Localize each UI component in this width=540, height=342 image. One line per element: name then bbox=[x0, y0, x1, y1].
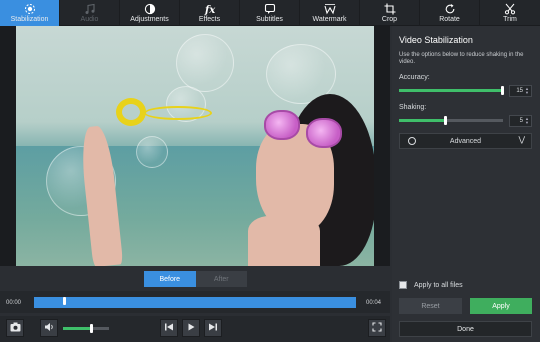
snapshot-button[interactable] bbox=[6, 319, 24, 337]
tab-rotate[interactable]: Rotate bbox=[420, 0, 480, 26]
spin-arrows-icon[interactable]: ▲ ▼ bbox=[525, 117, 529, 125]
volume-slider[interactable] bbox=[63, 324, 109, 333]
accuracy-handle[interactable] bbox=[501, 86, 504, 95]
shaking-handle[interactable] bbox=[444, 116, 447, 125]
tab-watermark[interactable]: Watermark bbox=[300, 0, 360, 26]
tab-trim[interactable]: Trim bbox=[480, 0, 540, 26]
current-time: 00:00 bbox=[6, 300, 22, 306]
svg-text:fx: fx bbox=[204, 5, 216, 15]
bubble-wand-film bbox=[144, 106, 212, 120]
bubble-shape bbox=[176, 34, 234, 92]
rotate-icon bbox=[444, 3, 456, 15]
advanced-toggle[interactable]: Advanced ⋁ bbox=[399, 133, 532, 149]
tab-label: Trim bbox=[503, 15, 517, 23]
accuracy-slider[interactable] bbox=[399, 86, 504, 95]
accuracy-fill bbox=[399, 89, 503, 92]
accuracy-value-input[interactable]: 15 ▲ ▼ bbox=[509, 85, 532, 97]
tab-label: Rotate bbox=[439, 15, 460, 23]
reset-button[interactable]: Reset bbox=[399, 298, 462, 314]
sunglasses-lens-right bbox=[306, 118, 342, 148]
previous-frame-button[interactable] bbox=[160, 319, 178, 337]
double-chevron-down-icon: ⋁ bbox=[518, 135, 525, 144]
adjustments-icon bbox=[144, 3, 156, 15]
crop-icon bbox=[384, 3, 396, 15]
tab-label: Subtitles bbox=[256, 15, 283, 23]
speech-bubble-icon bbox=[264, 3, 276, 15]
next-frame-button[interactable] bbox=[204, 319, 222, 337]
done-button[interactable]: Done bbox=[399, 321, 532, 337]
watermark-icon bbox=[323, 3, 336, 15]
stabilization-panel: Video Stabilization Use the options belo… bbox=[392, 26, 540, 342]
shaking-value: 5 bbox=[519, 118, 523, 124]
panel-title: Video Stabilization bbox=[399, 35, 473, 45]
playhead-handle[interactable] bbox=[63, 297, 66, 305]
video-subject-neck bbox=[248, 216, 320, 266]
stabilization-icon bbox=[24, 3, 36, 15]
before-button[interactable]: Before bbox=[144, 271, 196, 287]
tab-effects[interactable]: fx Effects bbox=[180, 0, 240, 26]
tab-label: Effects bbox=[198, 15, 221, 23]
apply-button[interactable]: Apply bbox=[470, 298, 532, 314]
tab-label: Audio bbox=[80, 15, 99, 23]
play-icon bbox=[186, 319, 196, 337]
shaking-value-input[interactable]: 5 ▲ ▼ bbox=[509, 115, 532, 127]
fullscreen-icon bbox=[372, 319, 382, 337]
spin-arrows-icon[interactable]: ▲ ▼ bbox=[525, 87, 529, 95]
video-frame[interactable] bbox=[16, 26, 374, 266]
before-after-toggle: Before After bbox=[144, 271, 247, 287]
tab-crop[interactable]: Crop bbox=[360, 0, 420, 26]
skip-forward-icon bbox=[208, 319, 218, 337]
apply-to-all-label: Apply to all files bbox=[414, 281, 463, 289]
tab-label: Watermark bbox=[312, 15, 347, 23]
accuracy-label: Accuracy: bbox=[399, 74, 430, 81]
after-button[interactable]: After bbox=[195, 271, 247, 287]
timeline-bar: 00:00 00:04 bbox=[0, 291, 390, 313]
shaking-slider[interactable] bbox=[399, 116, 503, 125]
tab-stabilization[interactable]: Stabilization bbox=[0, 0, 60, 26]
panel-description: Use the options below to reduce shaking … bbox=[399, 52, 524, 65]
sunglasses-lens-left bbox=[264, 110, 300, 140]
music-note-icon bbox=[84, 3, 96, 15]
tab-label: Adjustments bbox=[130, 15, 169, 23]
tab-subtitles[interactable]: Subtitles bbox=[240, 0, 300, 26]
tab-label: Crop bbox=[381, 15, 398, 23]
tab-adjustments[interactable]: Adjustments bbox=[120, 0, 180, 26]
scissors-icon bbox=[504, 3, 516, 15]
bubble-shape bbox=[136, 136, 168, 168]
playback-controls bbox=[0, 316, 390, 342]
shaking-label: Shaking: bbox=[399, 104, 427, 111]
apply-to-all-row[interactable]: Apply to all files bbox=[399, 281, 463, 289]
tab-label: Stabilization bbox=[10, 15, 49, 23]
accuracy-value: 15 bbox=[516, 88, 523, 94]
camera-icon bbox=[10, 319, 21, 337]
volume-handle[interactable] bbox=[90, 324, 93, 333]
tool-tab-bar: Stabilization Audio Adjustments fx Effec… bbox=[0, 0, 540, 26]
speaker-icon bbox=[44, 319, 55, 337]
timeline-track[interactable] bbox=[34, 297, 356, 308]
fx-icon: fx bbox=[204, 3, 216, 15]
bubble-wand bbox=[116, 98, 146, 126]
circle-icon bbox=[408, 137, 416, 145]
total-time: 00:04 bbox=[366, 300, 382, 306]
volume-fill bbox=[63, 327, 92, 330]
mute-button[interactable] bbox=[40, 319, 58, 337]
video-preview-area bbox=[0, 26, 390, 266]
shaking-fill bbox=[399, 119, 446, 122]
apply-to-all-checkbox[interactable] bbox=[399, 281, 407, 289]
tab-audio[interactable]: Audio bbox=[60, 0, 120, 26]
skip-back-icon bbox=[164, 319, 174, 337]
advanced-label: Advanced bbox=[449, 137, 482, 145]
play-button[interactable] bbox=[182, 319, 200, 337]
fullscreen-button[interactable] bbox=[368, 319, 386, 337]
